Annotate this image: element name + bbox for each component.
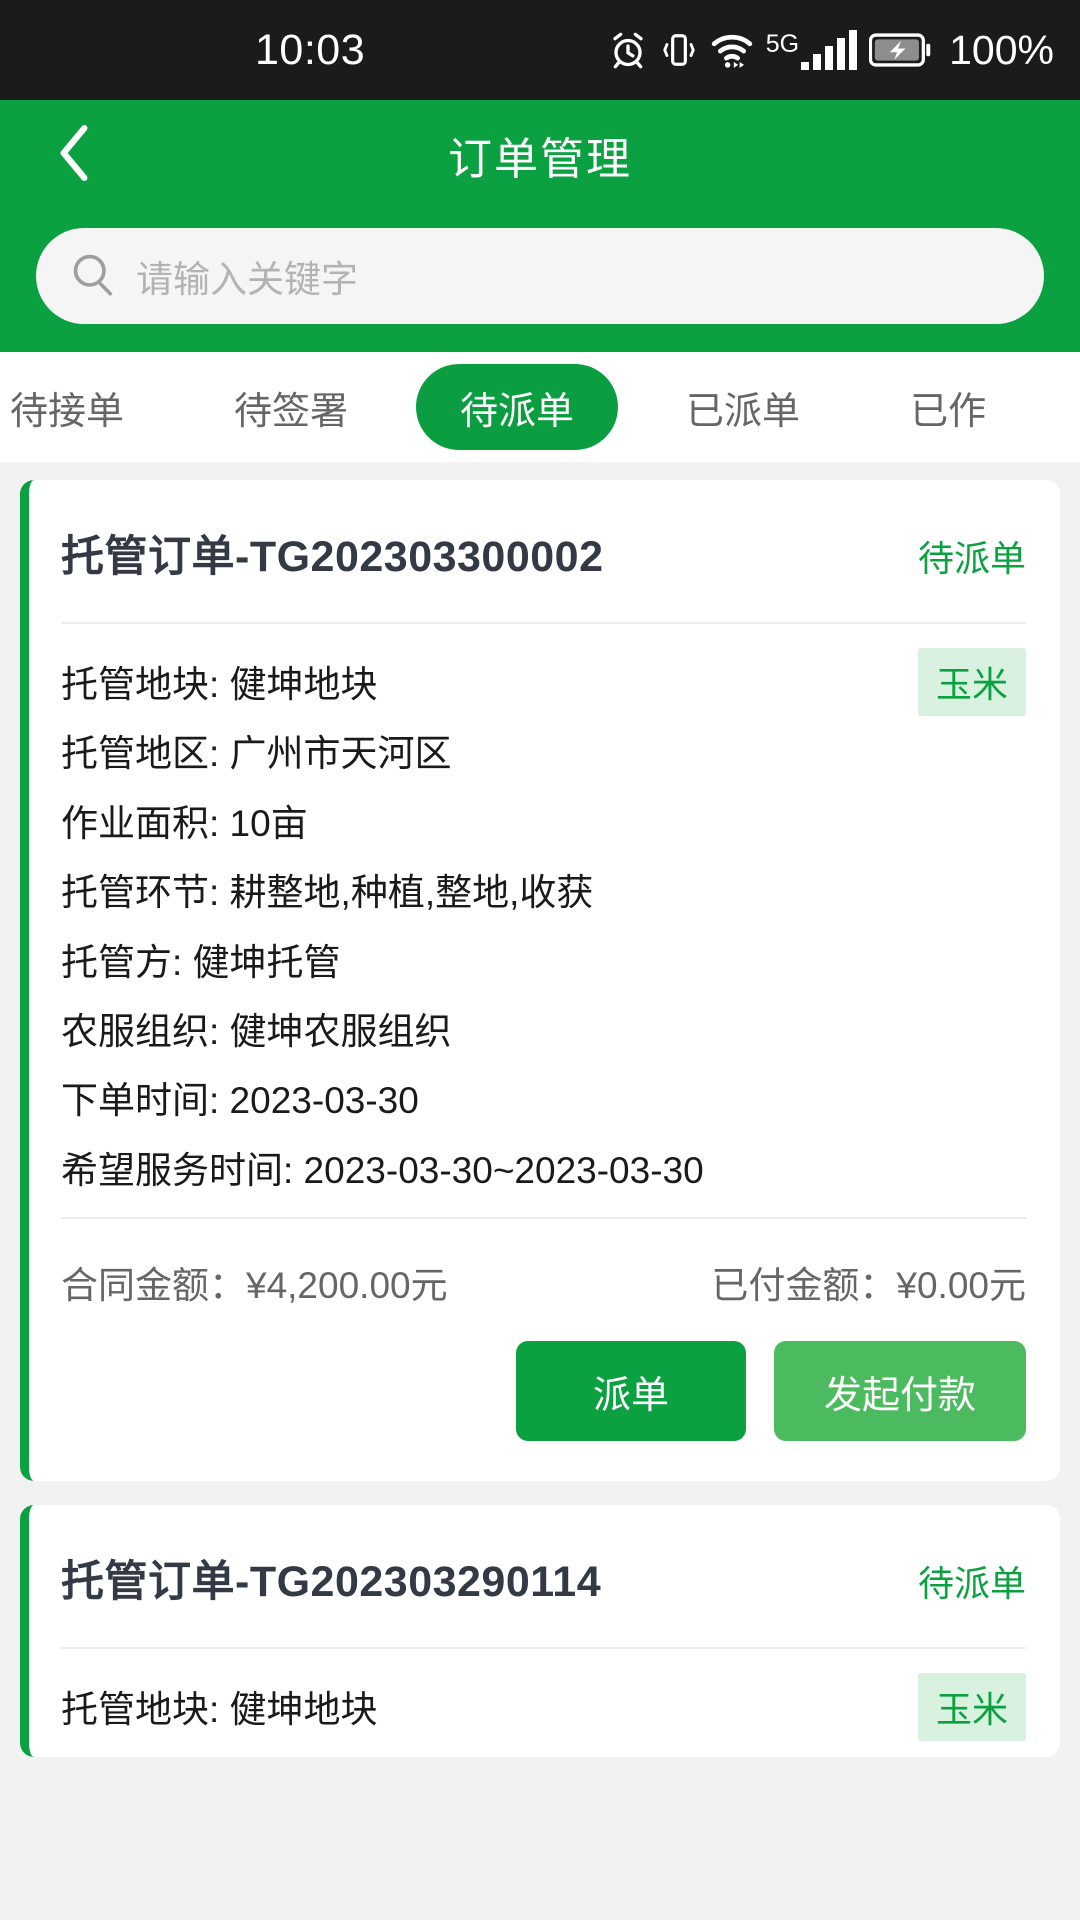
initiate-payment-button[interactable]: 发起付款 — [773, 1341, 1026, 1442]
order-number: 托管订单-TG202303300002 — [61, 533, 604, 581]
order-card-header: 托管订单-TG202303300002 待派单 — [61, 480, 1026, 622]
order-list: 托管订单-TG202303300002 待派单 玉米 托管地块: 健坤地块 托管… — [0, 462, 1080, 1757]
tab-completed[interactable]: 已作 — [858, 352, 1038, 462]
paid-amount-label: 已付金额： — [711, 1265, 897, 1307]
status-badge: 待派单 — [917, 1563, 1026, 1605]
battery-percent-label: 100% — [949, 26, 1054, 73]
detail-row-area: 作业面积: 10亩 — [61, 802, 308, 844]
alarm-icon — [608, 30, 648, 70]
detail-row-plot: 托管地块: 健坤地块 — [61, 664, 378, 705]
vibrate-icon — [660, 30, 698, 70]
order-number: 托管订单-TG202303290114 — [61, 1558, 602, 1607]
order-status-tabs[interactable]: 待接单 待签署 待派单 已派单 已作 — [0, 352, 1080, 462]
battery-charging-icon — [869, 32, 931, 68]
contract-amount: 合同金额：¥4,200.00元 — [61, 1255, 448, 1309]
detail-row-trustee: 托管方: 健坤托管 — [61, 941, 341, 983]
order-card[interactable]: 托管订单-TG202303300002 待派单 玉米 托管地块: 健坤地块 托管… — [20, 480, 1060, 1482]
detail-row-stages: 托管环节: 耕整地,种植,整地,收获 — [61, 872, 594, 914]
dispatch-button[interactable]: 派单 — [515, 1341, 746, 1442]
status-bar: 10:03 5G 100% — [0, 0, 1080, 100]
paid-amount: 已付金额：¥0.00元 — [711, 1255, 1026, 1309]
detail-row-order-time: 下单时间: 2023-03-30 — [61, 1080, 419, 1122]
search-input[interactable]: 请输入关键字 — [36, 228, 1044, 324]
order-details: 玉米 托管地块: 健坤地块 托管地区: 广州市天河区 作业面积: 10亩 托管环… — [61, 624, 1026, 1217]
order-card[interactable]: 托管订单-TG202303290114 待派单 玉米 托管地块: 健坤地块 — [20, 1505, 1060, 1757]
order-amounts: 合同金额：¥4,200.00元 已付金额：¥0.00元 — [61, 1219, 1026, 1341]
detail-row-service-time: 希望服务时间: 2023-03-30~2023-03-30 — [61, 1149, 704, 1191]
crop-tag: 玉米 — [917, 648, 1026, 716]
chevron-left-icon — [57, 124, 91, 187]
search-placeholder: 请输入关键字 — [136, 259, 358, 300]
page-title: 订单管理 — [448, 135, 632, 184]
search-icon — [70, 251, 116, 302]
contract-amount-value: ¥4,200.00元 — [246, 1265, 448, 1307]
navigation-bar: 订单管理 — [0, 100, 1080, 210]
search-area: 请输入关键字 — [0, 210, 1080, 324]
wifi-icon — [710, 30, 754, 70]
crop-tag: 玉米 — [917, 1673, 1026, 1742]
status-bar-icons: 5G 100% — [608, 27, 1054, 74]
contract-amount-label: 合同金额： — [61, 1265, 246, 1307]
order-card-header: 托管订单-TG202303290114 待派单 — [61, 1505, 1026, 1647]
app-screen: 10:03 5G 100% 订单管理 请输入关键字 待接单 待签署 待派单 已派… — [0, 0, 1080, 1920]
tab-pending-accept[interactable]: 待接单 — [0, 352, 176, 462]
status-bar-clock: 10:03 — [255, 25, 366, 74]
detail-row-organization: 农服组织: 健坤农服组织 — [61, 1011, 452, 1053]
tab-dispatched[interactable]: 已派单 — [628, 352, 858, 462]
detail-row-region: 托管地区: 广州市天河区 — [61, 733, 452, 775]
signal-bars-icon: 5G — [765, 30, 858, 70]
order-details: 玉米 托管地块: 健坤地块 — [61, 1649, 1026, 1756]
order-actions: 派单 发起付款 — [61, 1341, 1026, 1481]
tab-pending-dispatch[interactable]: 待派单 — [416, 364, 619, 450]
page-header: 订单管理 请输入关键字 — [0, 100, 1080, 352]
network-type-label: 5G — [765, 30, 800, 58]
paid-amount-value: ¥0.00元 — [896, 1265, 1026, 1307]
tab-pending-sign[interactable]: 待签署 — [176, 352, 406, 462]
status-badge: 待派单 — [917, 538, 1026, 579]
back-button[interactable] — [44, 124, 104, 187]
detail-row-plot: 托管地块: 健坤地块 — [61, 1689, 378, 1731]
